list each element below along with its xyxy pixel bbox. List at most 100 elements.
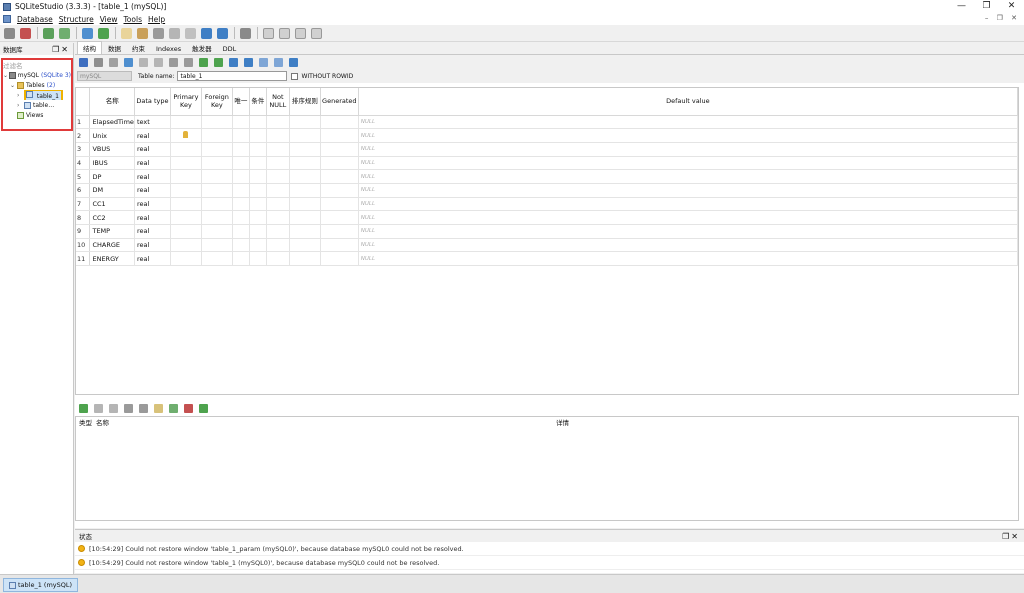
menu-help[interactable]: Help	[148, 15, 165, 24]
column-pk-cell[interactable]	[170, 183, 202, 198]
import-icon[interactable]	[201, 27, 212, 39]
column-default-cell[interactable]: NULL	[358, 210, 1018, 225]
header-generated[interactable]: Generated	[320, 88, 359, 116]
column-fk-cell[interactable]	[201, 251, 233, 267]
sql-editor-icon[interactable]	[121, 27, 132, 39]
menu-database[interactable]: Database	[17, 15, 53, 24]
header-collate[interactable]: 排序规则	[289, 88, 321, 116]
move-constraint-down-icon[interactable]	[139, 403, 148, 413]
table-row[interactable]: 1 ElapsedTime text NULL	[76, 115, 1018, 130]
rollback-structure-icon[interactable]	[109, 57, 118, 67]
column-name-cell[interactable]: ElapsedTime	[89, 115, 135, 130]
cascade-windows-icon[interactable]	[311, 27, 322, 39]
column-unique-cell[interactable]	[232, 251, 250, 267]
table-row[interactable]: 2 Unix real NULL	[76, 128, 1018, 143]
column-name-cell[interactable]: Unix	[89, 128, 135, 143]
mdi-window-controls[interactable]: – ❐ ✕	[985, 14, 1020, 22]
tile-vertical-icon[interactable]	[295, 27, 306, 39]
edit-constraint-icon[interactable]	[94, 403, 103, 413]
column-check-cell[interactable]	[249, 183, 267, 198]
add-constraint-icon[interactable]	[79, 403, 88, 413]
column-generated-cell[interactable]	[320, 197, 359, 212]
column-pk-cell[interactable]	[170, 251, 202, 267]
add-unique-icon[interactable]	[184, 403, 193, 413]
disconnect-icon[interactable]	[20, 27, 31, 39]
column-fk-cell[interactable]	[201, 128, 233, 143]
column-name-cell[interactable]: CHARGE	[89, 238, 135, 253]
column-type-cell[interactable]: real	[134, 128, 171, 143]
table-row[interactable]: 6 DM real NULL	[76, 183, 1018, 198]
column-check-cell[interactable]	[249, 210, 267, 225]
database-select[interactable]: mySQL	[77, 71, 132, 81]
header-name[interactable]: 名称	[89, 88, 135, 116]
column-collate-cell[interactable]	[289, 183, 321, 198]
column-unique-cell[interactable]	[232, 156, 250, 171]
column-type-cell[interactable]: real	[134, 183, 171, 198]
column-generated-cell[interactable]	[320, 224, 359, 239]
column-notnull-cell[interactable]	[266, 156, 290, 171]
restore-button[interactable]: ❐	[974, 0, 999, 13]
add-pk-icon[interactable]	[154, 403, 163, 413]
dock-float-close-icon[interactable]: ❐✕	[52, 45, 70, 54]
column-notnull-cell[interactable]	[266, 115, 290, 130]
column-name-cell[interactable]: DP	[89, 169, 135, 184]
column-pk-cell[interactable]	[170, 128, 202, 143]
add-column-icon[interactable]	[124, 57, 133, 67]
column-default-cell[interactable]: NULL	[358, 238, 1018, 253]
column-collate-cell[interactable]	[289, 169, 321, 184]
column-notnull-cell[interactable]	[266, 183, 290, 198]
column-unique-cell[interactable]	[232, 238, 250, 253]
column-type-cell[interactable]: real	[134, 238, 171, 253]
row-number[interactable]: 2	[76, 128, 91, 143]
column-fk-cell[interactable]	[201, 156, 233, 171]
column-default-cell[interactable]: NULL	[358, 183, 1018, 198]
row-number[interactable]: 6	[76, 183, 91, 198]
tab-triggers[interactable]: 触发器	[187, 42, 217, 54]
tab-data[interactable]: 数据	[103, 42, 126, 54]
column-pk-cell[interactable]	[170, 169, 202, 184]
column-check-cell[interactable]	[249, 128, 267, 143]
column-name-cell[interactable]: CC1	[89, 197, 135, 212]
table-name-input[interactable]: table_1	[177, 71, 288, 81]
tile-horizontal-icon[interactable]	[279, 27, 290, 39]
new-table-icon[interactable]	[82, 27, 93, 39]
column-name-cell[interactable]: IBUS	[89, 156, 135, 171]
table-row[interactable]: 10 CHARGE real NULL	[76, 238, 1018, 253]
header-foreign-key[interactable]: Foreign Key	[201, 88, 233, 116]
column-unique-cell[interactable]	[232, 128, 250, 143]
row-number[interactable]: 3	[76, 142, 91, 157]
column-pk-cell[interactable]	[170, 115, 202, 130]
function-editor-icon[interactable]	[153, 27, 164, 39]
tree-item-table-1[interactable]: › table_1	[3, 90, 71, 100]
row-number[interactable]: 1	[76, 115, 91, 130]
column-default-cell[interactable]: NULL	[358, 251, 1018, 267]
column-fk-cell[interactable]	[201, 224, 233, 239]
collation-editor-icon[interactable]	[169, 27, 180, 39]
close-button[interactable]: ✕	[999, 0, 1024, 13]
column-generated-cell[interactable]	[320, 210, 359, 225]
column-generated-cell[interactable]	[320, 183, 359, 198]
column-name-cell[interactable]: CC2	[89, 210, 135, 225]
edit-table-icon[interactable]	[98, 27, 109, 39]
move-constraint-up-icon[interactable]	[124, 403, 133, 413]
header-unique[interactable]: 唯一	[232, 88, 250, 116]
column-fk-cell[interactable]	[201, 115, 233, 130]
chevron-right-icon[interactable]: ›	[17, 92, 24, 99]
column-name-cell[interactable]: DM	[89, 183, 135, 198]
column-type-cell[interactable]: real	[134, 224, 171, 239]
add-database-icon[interactable]	[43, 27, 54, 39]
tree-item-table-2[interactable]: › table…	[3, 100, 71, 110]
column-generated-cell[interactable]	[320, 142, 359, 157]
column-default-cell[interactable]: NULL	[358, 156, 1018, 171]
tab-indexes[interactable]: Indexes	[151, 44, 186, 54]
column-collate-cell[interactable]	[289, 115, 321, 130]
delete-constraint-icon[interactable]	[109, 403, 118, 413]
table-row[interactable]: 8 CC2 real NULL	[76, 210, 1018, 225]
column-default-cell[interactable]: NULL	[358, 115, 1018, 130]
refresh-structure-icon[interactable]	[79, 57, 88, 67]
column-collate-cell[interactable]	[289, 156, 321, 171]
header-not-null[interactable]: Not NULL	[266, 88, 290, 116]
table-row[interactable]: 3 VBUS real NULL	[76, 142, 1018, 157]
column-default-cell[interactable]: NULL	[358, 224, 1018, 239]
column-generated-cell[interactable]	[320, 251, 359, 267]
